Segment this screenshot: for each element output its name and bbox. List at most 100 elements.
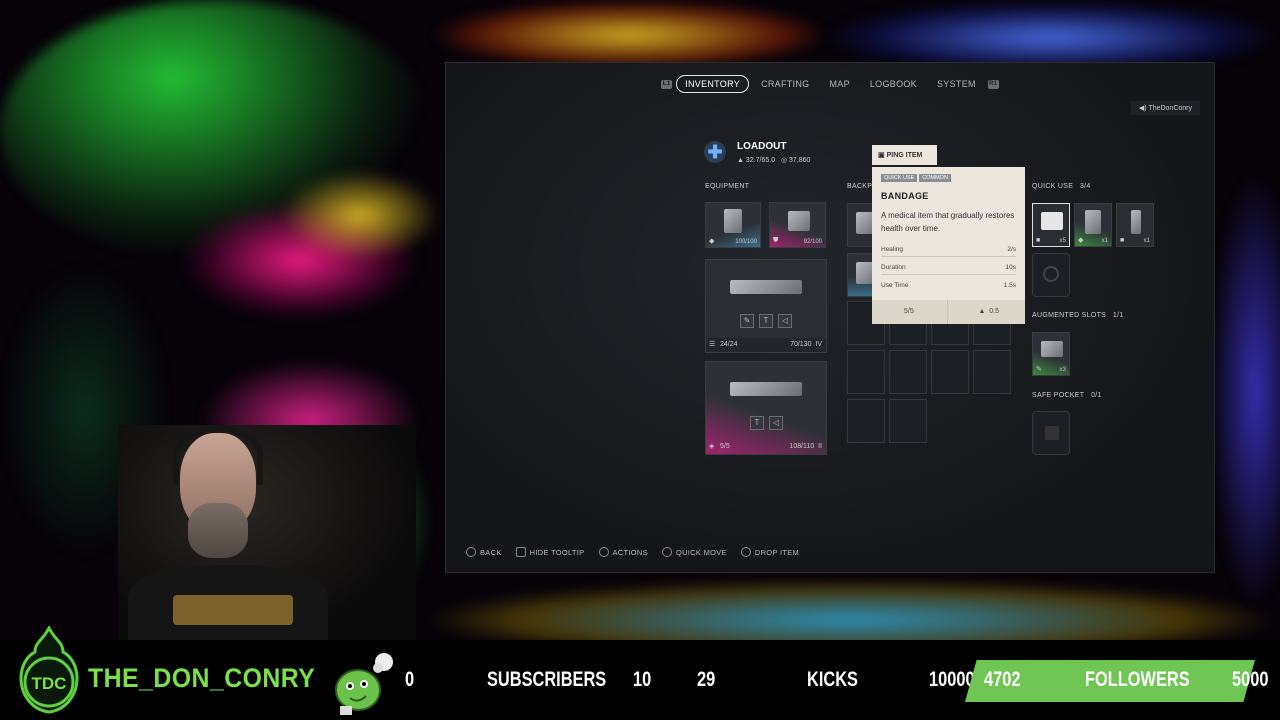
tab-logbook[interactable]: LOGBOOK xyxy=(862,76,925,92)
weight-icon: ▲ xyxy=(978,308,986,315)
coin-icon: ◎ xyxy=(780,157,788,164)
followers-label: FOLLOWERS xyxy=(1085,668,1190,691)
item-stack: 5/5 xyxy=(904,308,914,315)
tag-rarity: COMMON xyxy=(919,174,951,182)
equipment-slot-backpack[interactable]: ◆ 100/100 xyxy=(705,202,761,248)
hint-quick-move[interactable]: QUICK MOVE xyxy=(661,547,727,557)
item-tooltip: ▣ PING ITEM QUICK USE COMMON BANDAGE A me… xyxy=(872,145,1025,324)
touchpad-button-icon xyxy=(515,547,526,557)
backpack-slot-empty[interactable] xyxy=(847,399,885,443)
attachment-stock-icon[interactable]: ◁ xyxy=(769,416,783,430)
game-window: L1 INVENTORY CRAFTING MAP LOGBOOK SYSTEM… xyxy=(445,62,1215,573)
followers-goal: 5000 xyxy=(1232,668,1269,691)
subscribers-label: SUBSCRIBERS xyxy=(487,668,607,691)
backpack-slot-empty[interactable] xyxy=(889,399,927,443)
headset-icon xyxy=(173,425,263,485)
stat-row: Healing 2/s xyxy=(881,243,1016,257)
hint-drop-item[interactable]: DROP ITEM xyxy=(740,547,799,557)
quick-use-slot-locked[interactable] xyxy=(1032,253,1070,297)
loadout-currency: 37,860 xyxy=(789,157,811,164)
subscribers-current: 0 xyxy=(405,668,415,691)
tag-quick-use: QUICK USE xyxy=(881,174,918,182)
tab-map[interactable]: MAP xyxy=(821,76,857,92)
augment-icon: ✎ xyxy=(1036,366,1042,373)
user-tag: ◀) TheDonConry xyxy=(1130,101,1200,115)
attachment-scope-icon[interactable]: ✎ xyxy=(740,314,754,328)
backpack-slot-empty[interactable] xyxy=(973,350,1011,394)
weapon-ammo: 24/24 xyxy=(720,341,738,348)
user-tag-name: TheDonConry xyxy=(1148,105,1192,112)
augmented-slot-item[interactable]: ✎ x3 xyxy=(1032,332,1070,376)
stat-row: Duration 10s xyxy=(881,261,1016,275)
tooltip-footer: 5/5 ▲ 0.5 xyxy=(872,300,1025,324)
safe-pocket-label: SAFE POCKET 0/1 xyxy=(1032,392,1102,399)
attachment-stock-icon[interactable]: ◁ xyxy=(778,314,792,328)
quick-use-slot-item[interactable]: ◆ x1 xyxy=(1074,203,1112,247)
safe-pocket-icon xyxy=(1045,426,1059,440)
cross-button-icon xyxy=(740,547,751,557)
quick-use-slot-item[interactable]: ■ x1 xyxy=(1116,203,1154,247)
kicks-goal: 10000 xyxy=(929,668,975,691)
channel-logo-icon: TDC xyxy=(19,626,79,714)
backpack-icon: ◆ xyxy=(709,238,715,245)
control-hints: BACK HIDE TOOLTIP ACTIONS QUICK MOVE DRO… xyxy=(466,547,799,557)
ammo-icon: ☰ xyxy=(709,341,716,348)
equipment-label: EQUIPMENT xyxy=(705,183,750,190)
backpack-slot-empty[interactable] xyxy=(931,350,969,394)
svg-text:TDC: TDC xyxy=(32,674,67,693)
quick-use-icon: ■ xyxy=(1036,237,1041,244)
weapon-ammo: 5/5 xyxy=(720,443,730,450)
ping-item-button[interactable]: ▣ PING ITEM xyxy=(872,145,937,165)
ammo-icon: ◈ xyxy=(709,443,715,450)
r1-button-icon[interactable]: R1 xyxy=(987,79,999,89)
circle-button-icon xyxy=(466,547,476,557)
kicks-current: 29 xyxy=(697,668,716,691)
hint-back[interactable]: BACK xyxy=(466,547,502,557)
medical-cross-icon: ✚ xyxy=(704,141,726,163)
tab-inventory[interactable]: INVENTORY xyxy=(676,75,750,93)
kicks-label: KICKS xyxy=(807,668,858,691)
l1-button-icon[interactable]: L1 xyxy=(661,79,673,89)
weapon-reserve: 70/130 IV xyxy=(790,341,822,348)
item-title: BANDAGE xyxy=(881,191,929,201)
speaker-icon: ◀) xyxy=(1138,105,1147,112)
loadout-title: LOADOUT xyxy=(737,141,787,152)
weapon-slot-secondary[interactable]: T ◁ ◈ 5/5 108/110 II xyxy=(705,361,827,455)
lock-icon xyxy=(1043,266,1059,282)
quick-use-icon: ◆ xyxy=(1078,237,1084,244)
tab-system[interactable]: SYSTEM xyxy=(929,76,984,92)
channel-name: THE_DON_CONRY xyxy=(88,663,316,693)
weight-icon: ▲ xyxy=(737,157,744,164)
shield-icon: ⛊ xyxy=(773,237,779,244)
r3-button-icon: ▣ xyxy=(878,152,885,159)
quick-use-icon: ■ xyxy=(1120,237,1125,244)
attachment-grip-icon[interactable]: T xyxy=(759,314,773,328)
equipment-durability: 92/100 xyxy=(803,239,822,245)
hint-actions[interactable]: ACTIONS xyxy=(598,547,648,557)
loadout-weight: 32.7/65.0 xyxy=(745,157,776,164)
item-weight: ▲ 0.5 xyxy=(978,308,999,315)
equipment-durability: 100/100 xyxy=(735,239,757,245)
backpack-slot-empty[interactable] xyxy=(889,350,927,394)
hint-hide-tooltip[interactable]: HIDE TOOLTIP xyxy=(515,547,585,557)
loadout-stats: ▲ 32.7/65.0 ◎ 37,860 xyxy=(737,156,810,164)
item-description: A medical item that gradually restores h… xyxy=(881,211,1015,233)
item-tags: QUICK USE COMMON xyxy=(881,174,953,182)
quick-use-label: QUICK USE 3/4 xyxy=(1032,183,1091,190)
equipment-slot-shield[interactable]: ⛊ 92/100 xyxy=(769,202,826,248)
webcam-feed xyxy=(118,425,416,645)
square-button-icon xyxy=(661,547,672,557)
quick-use-slot-bandage[interactable]: ■ x5 xyxy=(1032,203,1070,247)
inventory-nav: L1 INVENTORY CRAFTING MAP LOGBOOK SYSTEM… xyxy=(446,75,1214,93)
mascot-icon xyxy=(335,653,393,715)
weapon-reserve: 108/110 II xyxy=(789,443,822,450)
subscribers-goal: 10 xyxy=(633,668,652,691)
backpack-slot-empty[interactable] xyxy=(847,350,885,394)
safe-pocket-slot[interactable] xyxy=(1032,411,1070,455)
tab-crafting[interactable]: CRAFTING xyxy=(753,76,817,92)
attachment-grip-icon[interactable]: T xyxy=(750,416,764,430)
weapon-slot-primary[interactable]: ✎ T ◁ ☰ 24/24 70/130 IV xyxy=(705,259,827,353)
followers-current: 4702 xyxy=(984,668,1021,691)
stat-row: Use Time 1.5s xyxy=(881,282,1016,289)
triangle-button-icon xyxy=(598,547,609,557)
